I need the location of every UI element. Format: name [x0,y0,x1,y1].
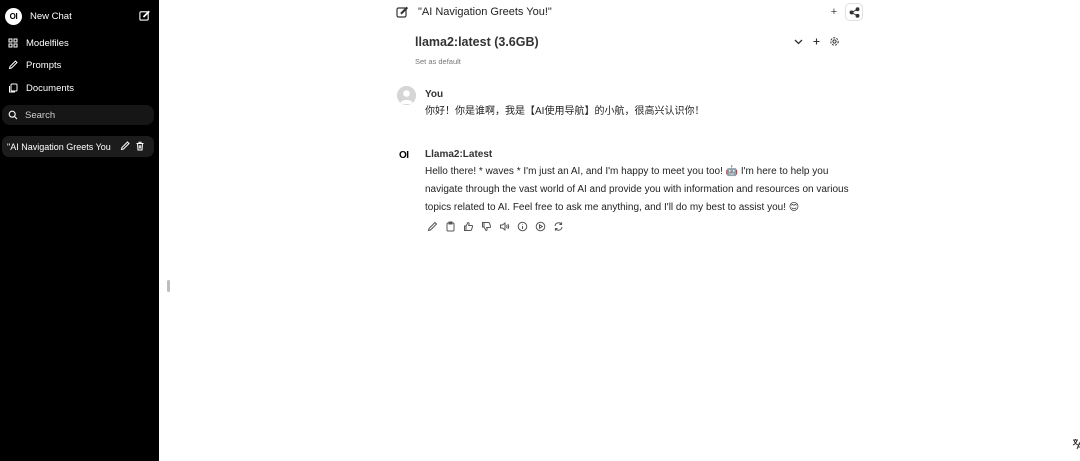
pencil-icon [427,221,438,232]
play-circle-icon [535,221,546,232]
chevron-down-icon[interactable] [793,36,804,47]
compose-icon[interactable] [139,10,150,21]
message-text: 你好！你是谁啊，我是【AI使用导航】的小航，很高兴认识你！ [425,106,705,117]
share-icon [849,6,859,18]
sidebar-item-label: Modelfiles [26,37,69,49]
gear-icon[interactable] [829,36,840,47]
sidebar-item-label: Documents [26,82,75,94]
new-chat-button[interactable]: New Chat [30,11,72,22]
pencil-icon [8,60,18,70]
thumbs-down-icon [482,222,492,232]
read-aloud-button[interactable] [499,221,510,232]
add-model-icon[interactable] [811,36,822,47]
translate-icon[interactable] [1072,438,1080,450]
sidebar: OI New Chat Modelfiles Prompts Documents… [0,0,159,461]
new-chat-plus-button[interactable]: + [828,6,840,18]
thumbs-up-icon [464,221,474,231]
refresh-icon [554,222,563,231]
new-chat-row[interactable]: OI New Chat [5,7,155,25]
set-default-link[interactable]: Set as default [415,57,461,66]
assistant-avatar: OI [399,150,409,161]
edit-title-icon[interactable] [396,6,408,18]
message-actions [427,221,564,232]
user-avatar [397,86,416,105]
edit-message-button[interactable] [427,221,438,232]
share-button[interactable] [845,3,863,21]
model-selector[interactable]: llama2:latest (3.6GB) [415,35,539,49]
message-author: You [425,89,444,100]
thumbs-down-button[interactable] [481,221,492,232]
thumbs-up-button[interactable] [463,221,474,232]
chat-title: "AI Navigation Greets You!" [418,6,552,18]
main-panel: "AI Navigation Greets You!" + llama2:lat… [159,0,1080,461]
message-text-line: navigate through the vast world of AI an… [425,184,849,195]
documents-icon [9,83,18,93]
continue-button[interactable] [535,221,546,232]
copy-button[interactable] [445,221,456,232]
search-input[interactable] [25,109,135,121]
message-author: Llama2:Latest [425,149,493,160]
user-icon [397,86,416,105]
regenerate-button[interactable] [553,221,564,232]
chat-item-title: "AI Navigation Greets You [7,141,111,152]
message-text-line: topics related to AI. Feel free to ask m… [425,202,800,213]
message-text-line: Hello there! * waves * I'm just an AI, a… [425,166,829,177]
search-box[interactable] [2,105,154,125]
sidebar-item-label: Prompts [26,59,62,71]
search-icon [8,110,18,120]
app-logo: OI [5,7,22,25]
info-icon [517,221,528,232]
trash-icon[interactable] [135,141,145,151]
modelfiles-icon [8,38,18,48]
rename-pencil-icon[interactable] [120,141,130,151]
sidebar-item-prompts[interactable]: Prompts [8,58,61,72]
sidebar-item-modelfiles[interactable]: Modelfiles [8,36,69,50]
sidebar-item-documents[interactable]: Documents [8,81,74,95]
clipboard-icon [446,221,455,232]
speaker-icon [500,221,510,232]
chat-list-item[interactable]: "AI Navigation Greets You [2,136,154,157]
info-button[interactable] [517,221,528,232]
